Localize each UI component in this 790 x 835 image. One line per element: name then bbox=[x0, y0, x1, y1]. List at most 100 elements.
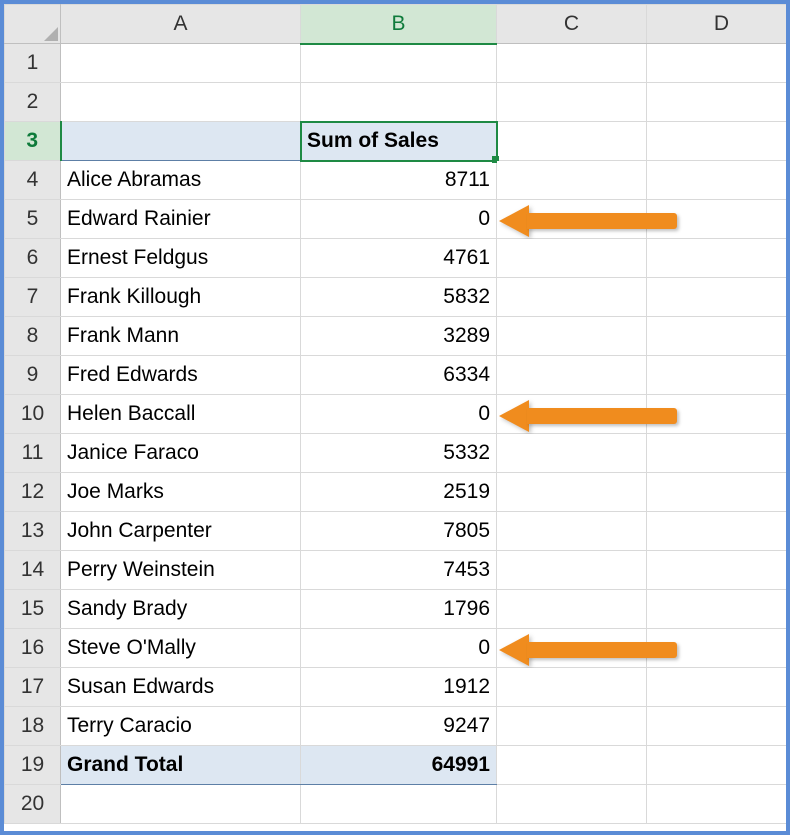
cell-B8[interactable]: 3289 bbox=[301, 317, 497, 356]
cell-C12[interactable] bbox=[497, 473, 647, 512]
cell-C6[interactable] bbox=[497, 239, 647, 278]
cell-B1[interactable] bbox=[301, 44, 497, 83]
row-head-20[interactable]: 20 bbox=[5, 785, 61, 824]
row-head-10[interactable]: 10 bbox=[5, 395, 61, 434]
cell-A13[interactable]: John Carpenter bbox=[61, 512, 301, 551]
cell-B18[interactable]: 9247 bbox=[301, 707, 497, 746]
cell-D6[interactable] bbox=[647, 239, 790, 278]
cell-D16[interactable] bbox=[647, 629, 790, 668]
cell-D11[interactable] bbox=[647, 434, 790, 473]
cell-C1[interactable] bbox=[497, 44, 647, 83]
cell-B14[interactable]: 7453 bbox=[301, 551, 497, 590]
cell-D9[interactable] bbox=[647, 356, 790, 395]
cell-B20[interactable] bbox=[301, 785, 497, 824]
cell-D2[interactable] bbox=[647, 83, 790, 122]
row-head-5[interactable]: 5 bbox=[5, 200, 61, 239]
cell-C13[interactable] bbox=[497, 512, 647, 551]
cell-D5[interactable] bbox=[647, 200, 790, 239]
cell-B16[interactable]: 0 bbox=[301, 629, 497, 668]
cell-C15[interactable] bbox=[497, 590, 647, 629]
cell-B2[interactable] bbox=[301, 83, 497, 122]
cell-D3[interactable] bbox=[647, 122, 790, 161]
row-head-4[interactable]: 4 bbox=[5, 161, 61, 200]
cell-C4[interactable] bbox=[497, 161, 647, 200]
row-head-12[interactable]: 12 bbox=[5, 473, 61, 512]
cell-A2[interactable] bbox=[61, 83, 301, 122]
cell-A18[interactable]: Terry Caracio bbox=[61, 707, 301, 746]
cell-A9[interactable]: Fred Edwards bbox=[61, 356, 301, 395]
cell-C2[interactable] bbox=[497, 83, 647, 122]
cell-C17[interactable] bbox=[497, 668, 647, 707]
cell-B6[interactable]: 4761 bbox=[301, 239, 497, 278]
cell-C3[interactable] bbox=[497, 122, 647, 161]
cell-C8[interactable] bbox=[497, 317, 647, 356]
cell-B9[interactable]: 6334 bbox=[301, 356, 497, 395]
row-head-1[interactable]: 1 bbox=[5, 44, 61, 83]
cell-C5[interactable] bbox=[497, 200, 647, 239]
row-head-9[interactable]: 9 bbox=[5, 356, 61, 395]
cell-C11[interactable] bbox=[497, 434, 647, 473]
row-head-8[interactable]: 8 bbox=[5, 317, 61, 356]
cell-B12[interactable]: 2519 bbox=[301, 473, 497, 512]
row-head-14[interactable]: 14 bbox=[5, 551, 61, 590]
row-head-15[interactable]: 15 bbox=[5, 590, 61, 629]
cell-A5[interactable]: Edward Rainier bbox=[61, 200, 301, 239]
cell-B7[interactable]: 5832 bbox=[301, 278, 497, 317]
cell-D10[interactable] bbox=[647, 395, 790, 434]
cell-C19[interactable] bbox=[497, 746, 647, 785]
cell-A10[interactable]: Helen Baccall bbox=[61, 395, 301, 434]
cell-C18[interactable] bbox=[497, 707, 647, 746]
cell-B5[interactable]: 0 bbox=[301, 200, 497, 239]
cell-A6[interactable]: Ernest Feldgus bbox=[61, 239, 301, 278]
cell-D15[interactable] bbox=[647, 590, 790, 629]
cell-D18[interactable] bbox=[647, 707, 790, 746]
cell-D4[interactable] bbox=[647, 161, 790, 200]
cell-A19[interactable]: Grand Total bbox=[61, 746, 301, 785]
row-head-7[interactable]: 7 bbox=[5, 278, 61, 317]
cell-A14[interactable]: Perry Weinstein bbox=[61, 551, 301, 590]
cell-A20[interactable] bbox=[61, 785, 301, 824]
cell-A3[interactable] bbox=[61, 122, 301, 161]
cell-A12[interactable]: Joe Marks bbox=[61, 473, 301, 512]
row-head-16[interactable]: 16 bbox=[5, 629, 61, 668]
cell-B10[interactable]: 0 bbox=[301, 395, 497, 434]
cell-D13[interactable] bbox=[647, 512, 790, 551]
cell-B19[interactable]: 64991 bbox=[301, 746, 497, 785]
cell-D14[interactable] bbox=[647, 551, 790, 590]
row-head-6[interactable]: 6 bbox=[5, 239, 61, 278]
cell-B13[interactable]: 7805 bbox=[301, 512, 497, 551]
cell-D19[interactable] bbox=[647, 746, 790, 785]
cell-B3[interactable]: Sum of Sales bbox=[301, 122, 497, 161]
cell-C10[interactable] bbox=[497, 395, 647, 434]
cell-C14[interactable] bbox=[497, 551, 647, 590]
cell-A17[interactable]: Susan Edwards bbox=[61, 668, 301, 707]
cell-B17[interactable]: 1912 bbox=[301, 668, 497, 707]
cell-B15[interactable]: 1796 bbox=[301, 590, 497, 629]
cell-B4[interactable]: 8711 bbox=[301, 161, 497, 200]
cell-D20[interactable] bbox=[647, 785, 790, 824]
cell-D12[interactable] bbox=[647, 473, 790, 512]
cell-C7[interactable] bbox=[497, 278, 647, 317]
col-head-B[interactable]: B bbox=[301, 5, 497, 44]
cell-D7[interactable] bbox=[647, 278, 790, 317]
row-head-13[interactable]: 13 bbox=[5, 512, 61, 551]
cell-A7[interactable]: Frank Killough bbox=[61, 278, 301, 317]
row-head-19[interactable]: 19 bbox=[5, 746, 61, 785]
col-head-A[interactable]: A bbox=[61, 5, 301, 44]
row-head-17[interactable]: 17 bbox=[5, 668, 61, 707]
cell-A1[interactable] bbox=[61, 44, 301, 83]
select-all-corner[interactable] bbox=[5, 5, 61, 44]
spreadsheet-grid[interactable]: A B C D 1 2 3 Sum of Sales 4 bbox=[4, 4, 790, 824]
cell-D8[interactable] bbox=[647, 317, 790, 356]
cell-C16[interactable] bbox=[497, 629, 647, 668]
row-head-18[interactable]: 18 bbox=[5, 707, 61, 746]
cell-A11[interactable]: Janice Faraco bbox=[61, 434, 301, 473]
cell-C20[interactable] bbox=[497, 785, 647, 824]
cell-C9[interactable] bbox=[497, 356, 647, 395]
row-head-2[interactable]: 2 bbox=[5, 83, 61, 122]
cell-D1[interactable] bbox=[647, 44, 790, 83]
cell-A15[interactable]: Sandy Brady bbox=[61, 590, 301, 629]
col-head-D[interactable]: D bbox=[647, 5, 790, 44]
cell-A16[interactable]: Steve O'Mally bbox=[61, 629, 301, 668]
row-head-11[interactable]: 11 bbox=[5, 434, 61, 473]
